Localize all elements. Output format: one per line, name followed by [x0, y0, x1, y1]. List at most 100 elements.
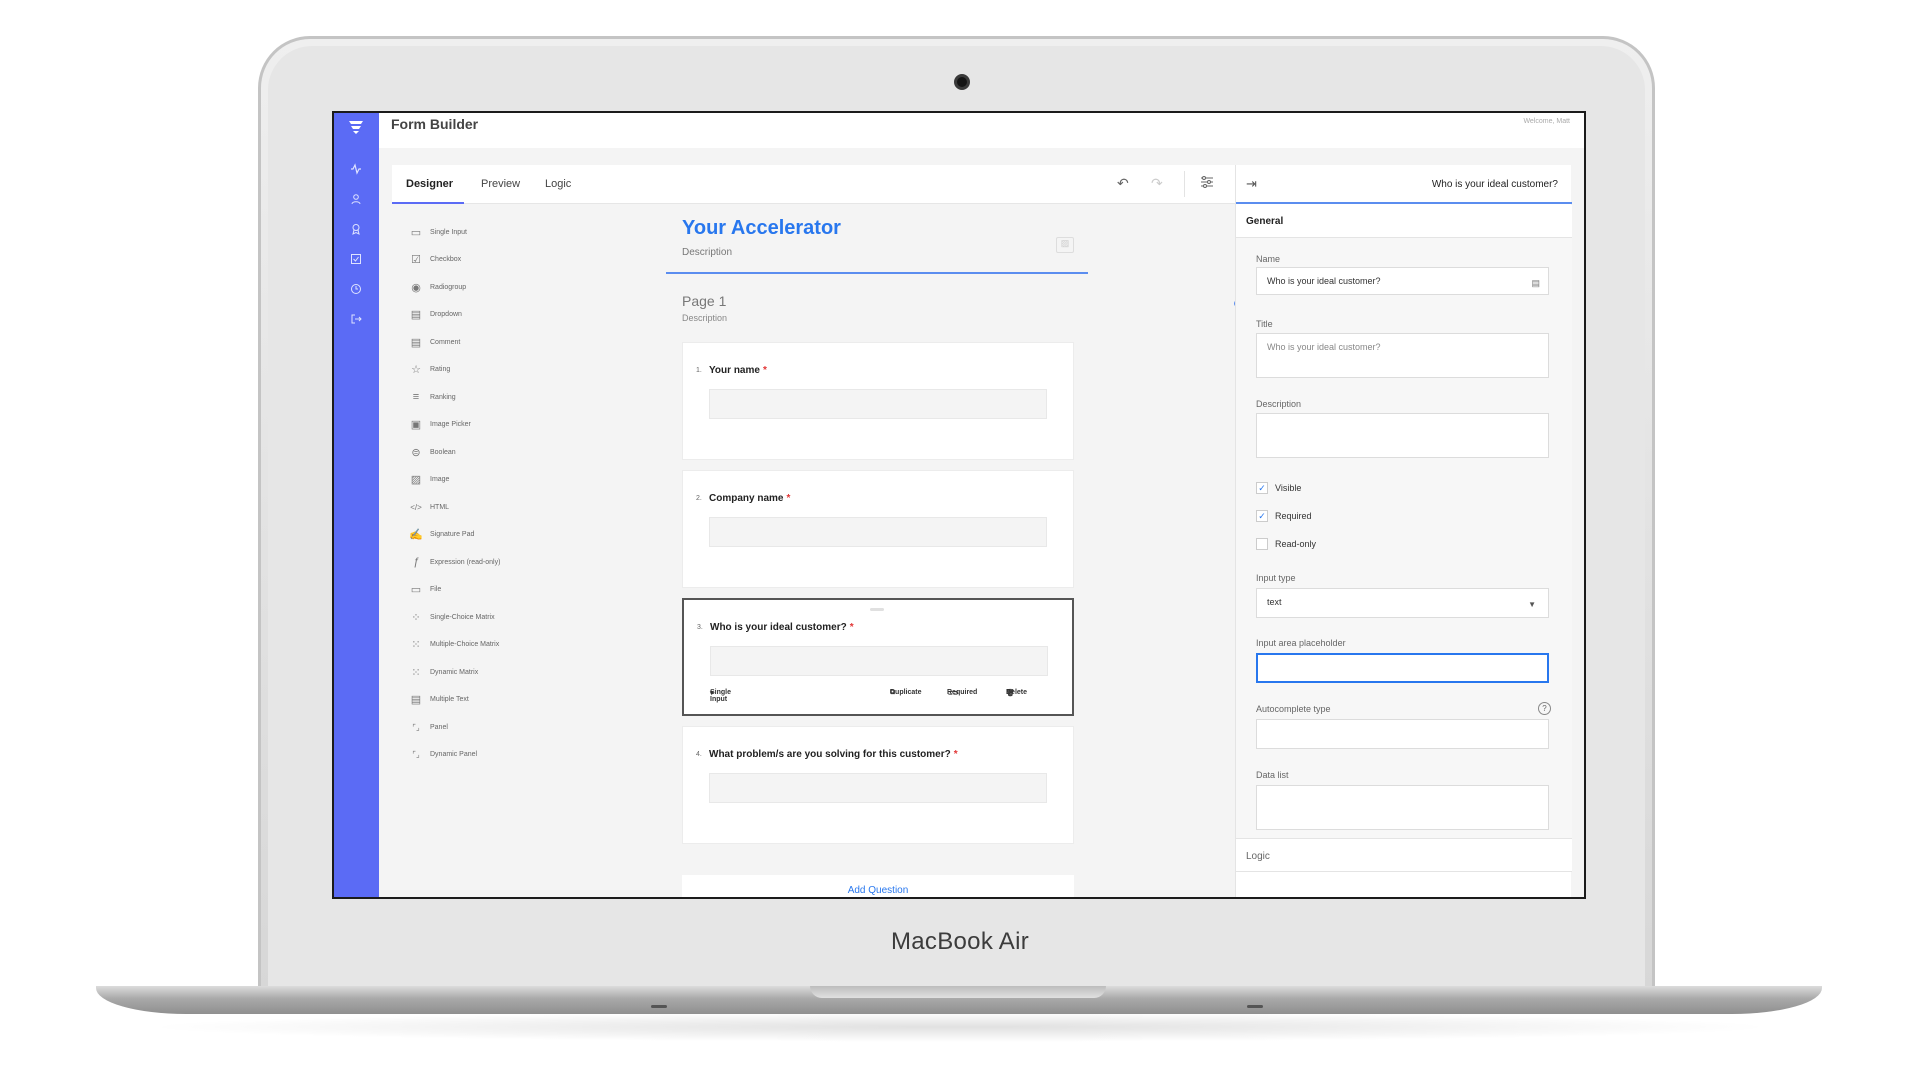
- tab-preview[interactable]: Preview: [481, 178, 520, 190]
- laptop-foot: [651, 1005, 667, 1008]
- multiple-text-icon: ▤: [410, 694, 422, 706]
- user-icon[interactable]: [346, 191, 366, 211]
- toolbox-item[interactable]: ☑ Checkbox: [408, 251, 461, 269]
- question-title-text: Your name: [709, 365, 760, 376]
- toolbox-item[interactable]: </> HTML: [408, 498, 449, 516]
- autocomplete-field[interactable]: [1256, 719, 1549, 749]
- toolbox-item[interactable]: ▤ Multiple Text: [408, 691, 469, 709]
- required-mark: *: [762, 365, 767, 376]
- toolbox-item[interactable]: ⁙ Multiple-Choice Matrix: [408, 636, 499, 654]
- toolbox-item[interactable]: ⁙ Dynamic Matrix: [408, 663, 478, 681]
- award-icon[interactable]: [346, 221, 366, 241]
- toolbox-item-label: Image Picker: [430, 421, 471, 428]
- tab-logic[interactable]: Logic: [545, 178, 571, 190]
- question-card[interactable]: 4. What problem/s are you solving for th…: [682, 726, 1074, 844]
- placeholder-input[interactable]: [1256, 653, 1549, 683]
- toolbox-item[interactable]: ▣ Image Picker: [408, 416, 471, 434]
- properties-title: Who is your ideal customer?: [1431, 179, 1558, 190]
- toolbox-item[interactable]: ⌜⌟ Dynamic Panel: [408, 746, 477, 764]
- checkbox-unchecked-icon: [1256, 538, 1268, 550]
- section-logic[interactable]: Logic: [1236, 838, 1572, 872]
- toolbox-item[interactable]: ◉ Radiogroup: [408, 278, 466, 296]
- survey-title[interactable]: Your Accelerator: [682, 217, 841, 240]
- question-card[interactable]: 1. Your name *: [682, 342, 1074, 460]
- toolbox-item[interactable]: ▭ Single Input: [408, 223, 467, 241]
- section-general[interactable]: General: [1236, 205, 1572, 238]
- required-mark: *: [786, 493, 791, 504]
- readonly-checkbox[interactable]: Read-only: [1256, 538, 1316, 550]
- image-placeholder-icon[interactable]: ▨: [1056, 237, 1074, 253]
- page-description[interactable]: Description: [682, 313, 727, 323]
- app-logo-icon[interactable]: [347, 118, 365, 136]
- chevron-down-icon: ▾: [710, 690, 714, 697]
- title-value: Who is your ideal customer?: [1267, 342, 1381, 352]
- clipboard-icon[interactable]: ▤: [1531, 278, 1540, 289]
- toolbox-item[interactable]: ⌜⌟ Panel: [408, 718, 448, 736]
- checkbox-checked-icon: ✓: [1256, 482, 1268, 494]
- redo-icon[interactable]: ↷: [1151, 175, 1163, 192]
- question-card-selected[interactable]: 3. Who is your ideal customer? * Single I…: [682, 598, 1074, 716]
- input-type-select[interactable]: text ▼: [1256, 588, 1549, 618]
- dynamic-matrix-icon: ⁙: [411, 666, 421, 679]
- dropdown-icon: ▤: [410, 309, 422, 321]
- toolbox-item[interactable]: ▤ Comment: [408, 333, 461, 351]
- toolbox-item-label: HTML: [430, 503, 450, 511]
- toolbox-item-label: Expression (read-only): [430, 558, 501, 566]
- file-icon: ▭: [410, 584, 422, 596]
- visible-checkbox[interactable]: ✓ Visible: [1256, 482, 1301, 494]
- toolbox-item[interactable]: ▭ File: [408, 581, 441, 599]
- help-icon[interactable]: ?: [1538, 702, 1551, 715]
- answer-input[interactable]: [710, 646, 1048, 676]
- check-square-icon[interactable]: [346, 251, 366, 271]
- toolbox-item[interactable]: ✍ Signature Pad: [408, 526, 474, 544]
- settings-icon[interactable]: [1200, 175, 1214, 192]
- drag-handle-icon[interactable]: [870, 608, 884, 611]
- toolbox-item-label: Multiple-Choice Matrix: [430, 641, 500, 648]
- toolbox-item-label: Comment: [430, 338, 461, 346]
- toolbox-item[interactable]: ⊜ Boolean: [408, 443, 455, 461]
- required-mark: *: [849, 622, 854, 633]
- toolbox-item[interactable]: ≡ Ranking: [408, 388, 456, 406]
- dynamic-panel-icon: ⌜⌟: [412, 750, 420, 759]
- toolbar-divider: [1184, 171, 1185, 197]
- question-number: 3.: [697, 624, 703, 631]
- single-choice-matrix-icon: ⁘: [411, 611, 421, 624]
- description-field[interactable]: [1256, 413, 1549, 458]
- required-label: Required: [947, 689, 978, 696]
- collapse-panel-icon[interactable]: ⇥: [1246, 176, 1257, 192]
- title-field[interactable]: Who is your ideal customer?: [1256, 333, 1549, 378]
- answer-input[interactable]: [709, 773, 1047, 803]
- tab-designer[interactable]: Designer: [406, 178, 453, 190]
- screen: Form Builder Welcome, Matt Designer Prev…: [332, 111, 1586, 899]
- add-question-button[interactable]: Add Question: [682, 885, 1074, 896]
- toolbox-item[interactable]: ▤ Dropdown: [408, 306, 462, 324]
- required-checkbox[interactable]: ✓ Required: [1256, 510, 1312, 522]
- toolbox-item[interactable]: ƒ Expression (read-only): [408, 553, 500, 571]
- question-title-text: Company name: [709, 493, 784, 504]
- question-title: Your name *: [709, 365, 767, 376]
- input-type-value: text: [1267, 597, 1282, 607]
- single-input-icon: ▭: [410, 226, 422, 239]
- logout-icon[interactable]: [346, 311, 366, 331]
- answer-input[interactable]: [709, 517, 1047, 547]
- survey-description[interactable]: Description: [682, 247, 732, 258]
- readonly-label: Read-only: [1275, 539, 1317, 549]
- toolbox-item[interactable]: ▨ Image: [408, 471, 450, 489]
- clock-icon[interactable]: [346, 281, 366, 301]
- name-field[interactable]: Who is your ideal customer? ▤: [1256, 267, 1549, 295]
- page-title[interactable]: Page 1: [682, 293, 726, 309]
- toolbox-item[interactable]: ⁘ Single-Choice Matrix: [408, 608, 494, 626]
- toolbox-item-label: Signature Pad: [430, 531, 475, 538]
- toolbox-item[interactable]: ☆ Rating: [408, 361, 450, 379]
- answer-input[interactable]: [709, 389, 1047, 419]
- undo-icon[interactable]: ↶: [1117, 175, 1129, 192]
- question-title: What problem/s are you solving for this …: [709, 749, 958, 760]
- model-label: MacBook Air: [890, 928, 1030, 955]
- camera-icon: [954, 74, 970, 90]
- activity-icon[interactable]: [346, 161, 366, 181]
- toolbox-item-label: Panel: [430, 723, 448, 731]
- survey-header: Your Accelerator Description ▨: [666, 217, 1088, 274]
- question-card[interactable]: 2. Company name *: [682, 470, 1074, 588]
- toolbox-item-label: Image: [430, 476, 450, 483]
- datalist-field[interactable]: [1256, 785, 1549, 830]
